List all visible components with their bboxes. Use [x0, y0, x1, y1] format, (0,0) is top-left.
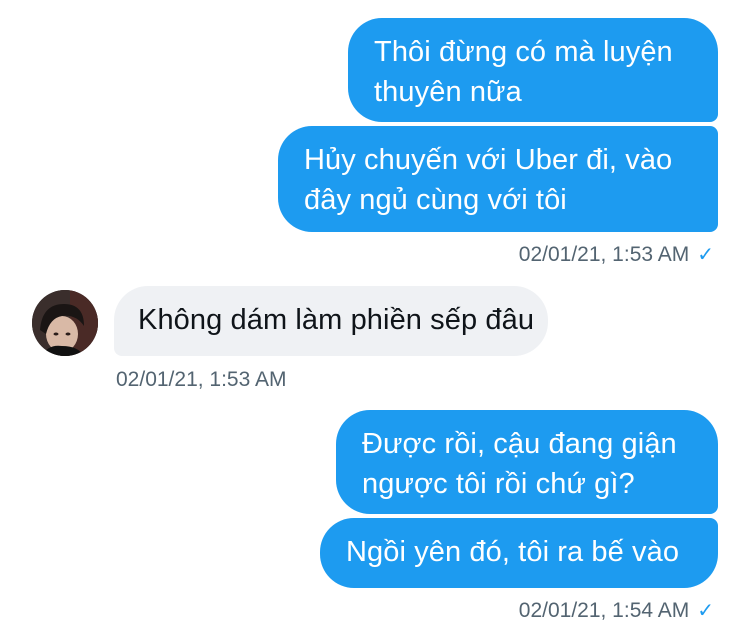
- outgoing-message-bubble[interactable]: Ngồi yên đó, tôi ra bế vào: [320, 518, 718, 588]
- timestamp-text: 02/01/21, 1:53 AM: [518, 243, 690, 266]
- outgoing-message-bubble[interactable]: Được rồi, cậu đang giận ngược tôi rồi ch…: [336, 410, 718, 514]
- outgoing-message-bubble[interactable]: Hủy chuyến với Uber đi, vào đây ngủ cùng…: [278, 126, 718, 232]
- message-text-line: đây ngủ cùng với tôi: [304, 184, 567, 216]
- message-timestamp: 02/01/21, 1:53 AM: [116, 368, 286, 392]
- avatar[interactable]: [32, 290, 98, 356]
- timestamp-text: 02/01/21, 1:54 AM: [518, 599, 690, 622]
- message-timestamp: 02/01/21, 1:54 AM ✓: [519, 598, 714, 623]
- message-text-line: thuyên nữa: [374, 76, 522, 108]
- check-icon: ✓: [697, 244, 714, 266]
- message-text-line: Thôi đừng có mà luyện: [374, 36, 673, 68]
- avatar-image: [32, 290, 98, 356]
- message-text-line: Không dám làm phiền sếp đâu: [138, 304, 535, 336]
- timestamp-text: 02/01/21, 1:53 AM: [116, 368, 287, 391]
- message-timestamp: 02/01/21, 1:53 AM ✓: [519, 242, 714, 267]
- message-text-line: ngược tôi rồi chứ gì?: [362, 468, 635, 500]
- message-text-line: Hủy chuyến với Uber đi, vào: [304, 144, 673, 176]
- message-text-line: Được rồi, cậu đang giận: [362, 428, 677, 460]
- outgoing-message-bubble[interactable]: Thôi đừng có mà luyện thuyên nữa: [348, 18, 718, 122]
- check-icon: ✓: [697, 600, 714, 622]
- incoming-message-bubble[interactable]: Không dám làm phiền sếp đâu: [114, 286, 548, 356]
- message-text-line: Ngồi yên đó, tôi ra bế vào: [346, 536, 680, 568]
